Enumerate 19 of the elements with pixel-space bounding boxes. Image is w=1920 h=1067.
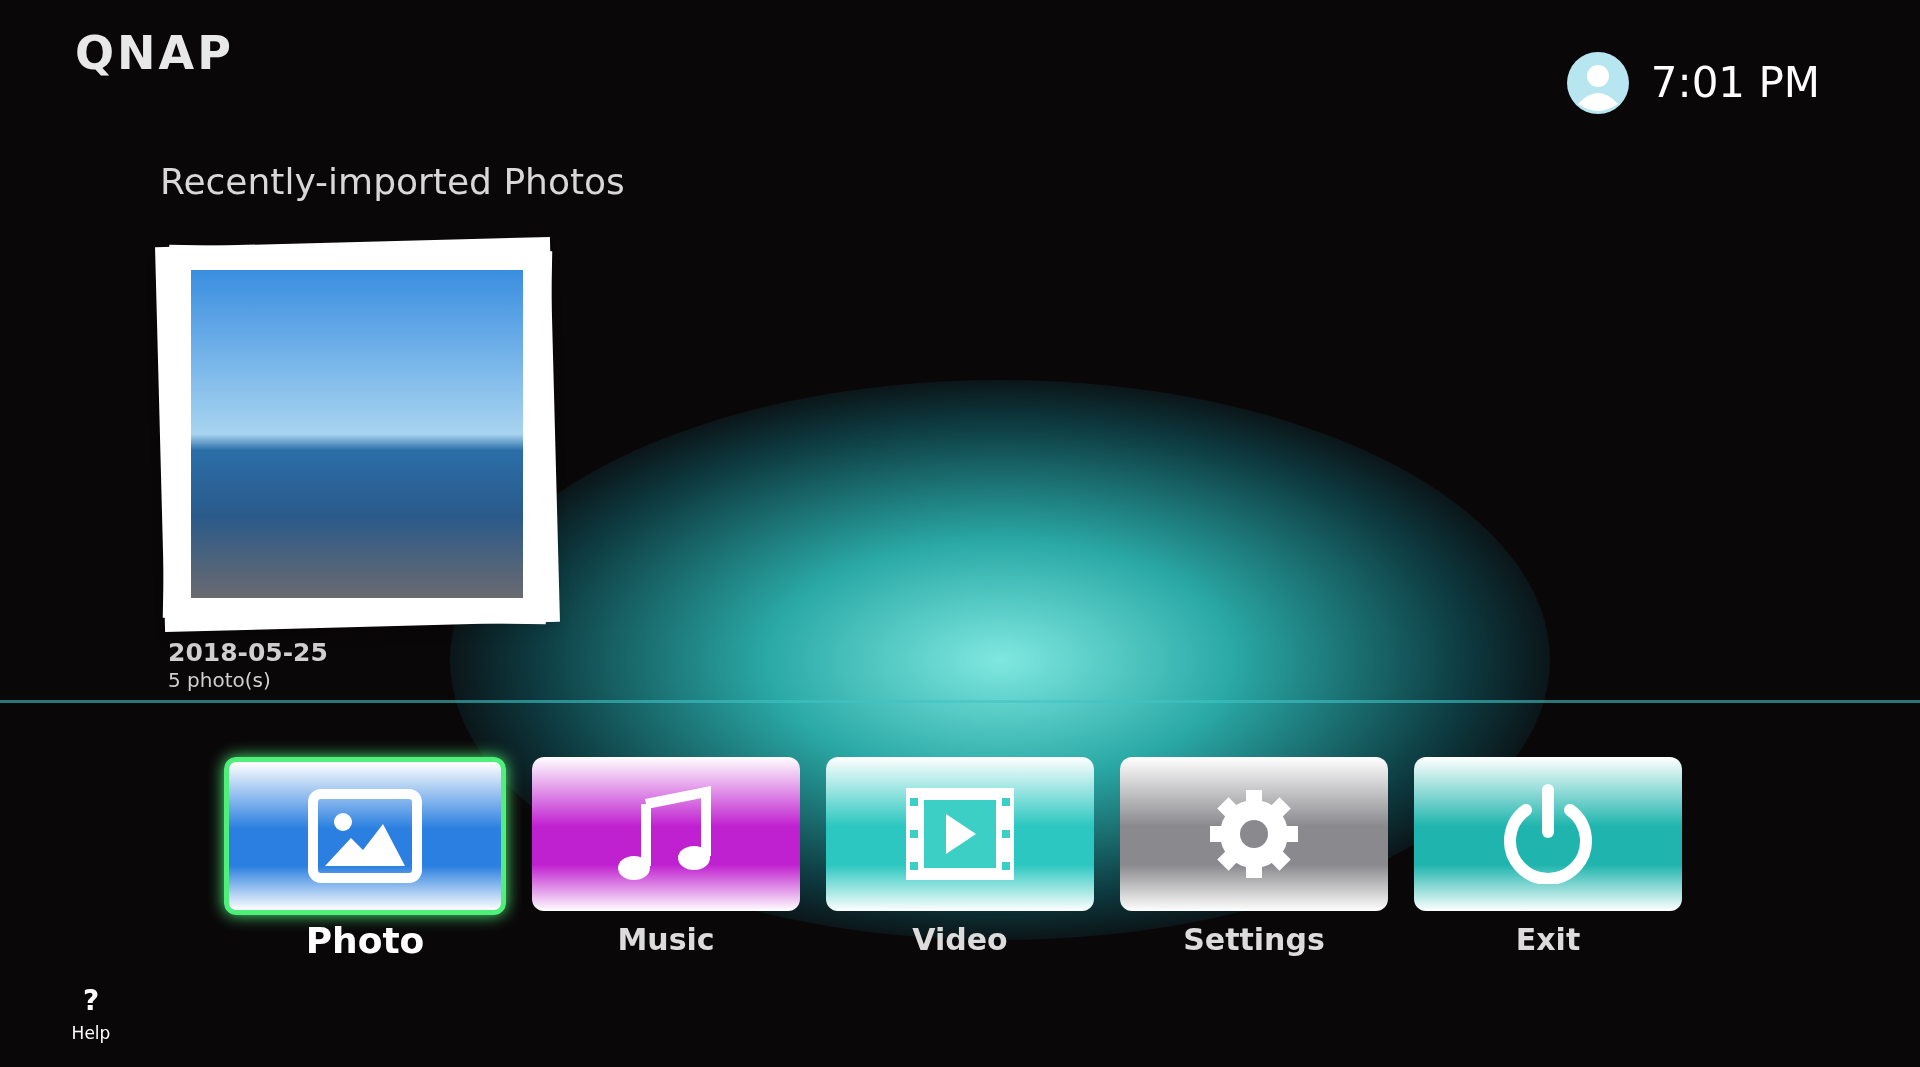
section-title: Recently-imported Photos xyxy=(160,164,626,200)
menu-label: Settings xyxy=(1183,925,1325,956)
photo-placeholder[interactable] xyxy=(191,270,523,598)
help-icon[interactable]: ? xyxy=(82,987,100,1016)
help-label: Help xyxy=(71,1022,111,1046)
album-date: 2018-05-25 xyxy=(168,637,329,669)
menu-tile[interactable] xyxy=(532,757,800,912)
clock-time: 7:01 PM xyxy=(1650,62,1820,104)
menu-tile[interactable] xyxy=(826,757,1094,912)
menu-label: Exit xyxy=(1515,925,1581,956)
menu-label: Photo xyxy=(305,923,425,960)
user-avatar-icon xyxy=(1566,52,1629,114)
menu-tile[interactable] xyxy=(1120,757,1388,912)
menu-tile[interactable] xyxy=(224,757,506,916)
menu-label: Video xyxy=(912,925,1008,956)
qnap-logo: QNAP xyxy=(75,30,234,76)
menu-tile[interactable] xyxy=(1414,757,1682,912)
photo-count: 5 photo(s) xyxy=(168,668,272,694)
menu-label: Music xyxy=(617,925,715,956)
